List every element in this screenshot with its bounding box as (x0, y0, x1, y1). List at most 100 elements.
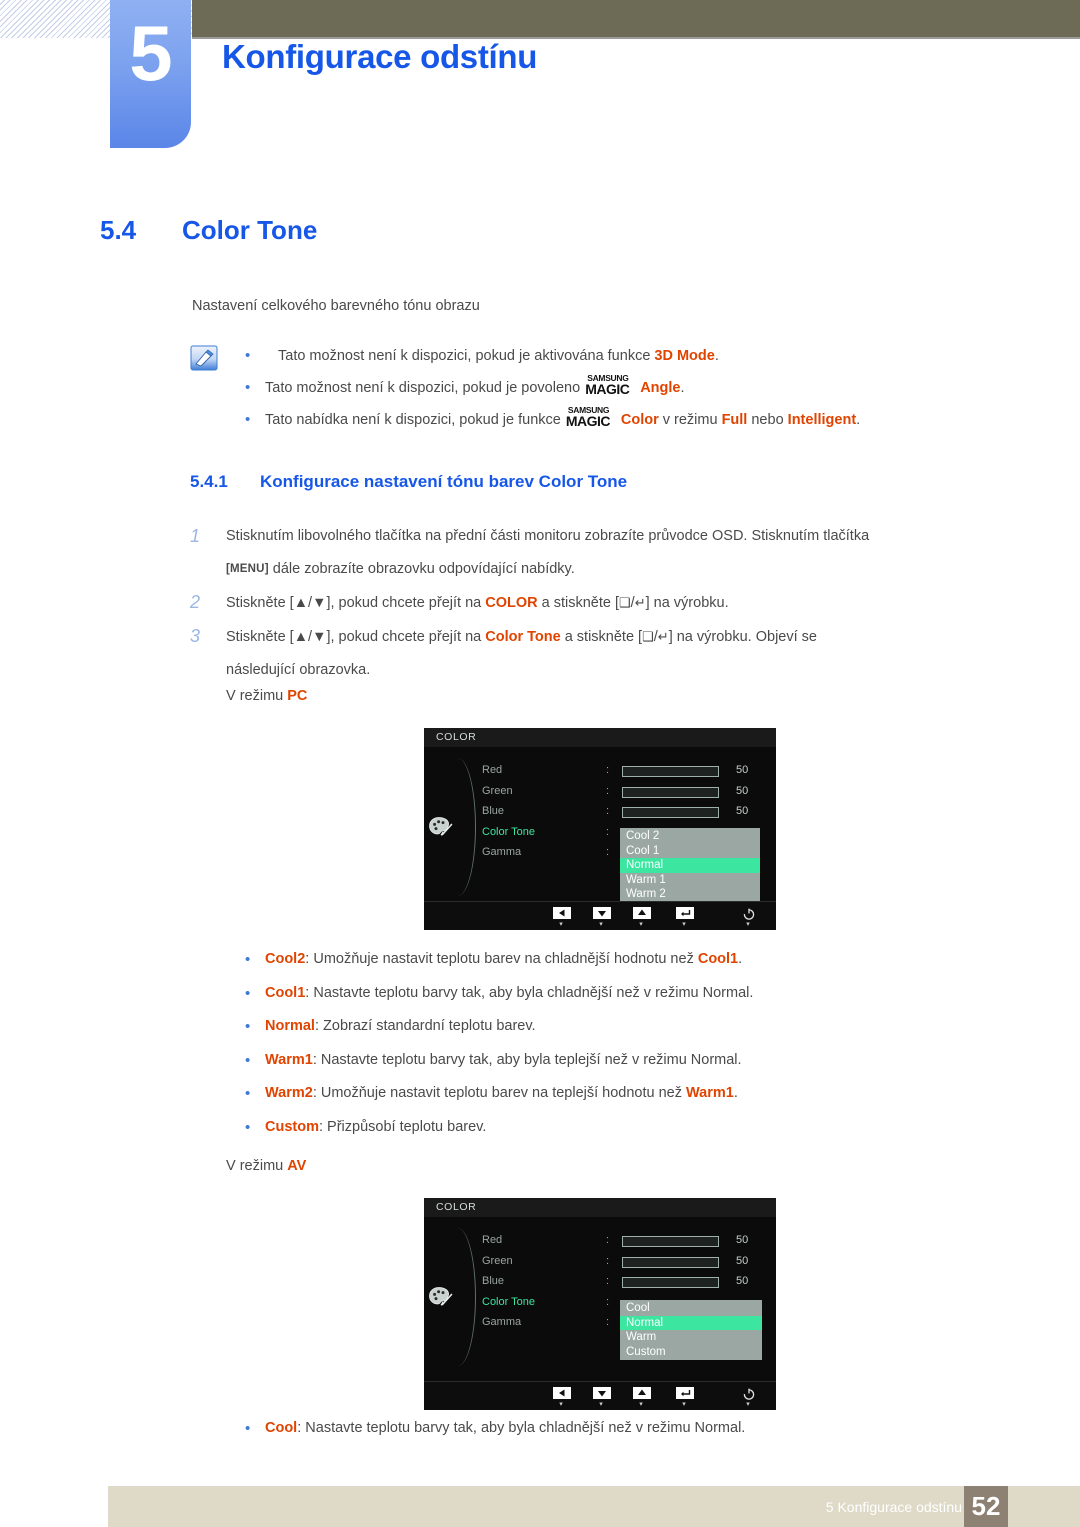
power-icon[interactable] (739, 907, 759, 920)
osd-title: COLOR (436, 731, 477, 743)
osd-row[interactable]: Red : 50 (482, 1232, 772, 1253)
osd-slider[interactable] (622, 786, 719, 798)
osd-dropdown-option[interactable]: Warm (620, 1330, 762, 1345)
note-emphasis-2: Full (721, 412, 748, 428)
osd-dropdown-option[interactable]: Cool 1 (620, 844, 760, 859)
osd-button-bar-pc: ▾ ▾ ▾ ▾ ▾ (424, 901, 776, 930)
page-header: 5 Konfigurace odstínu (0, 0, 1080, 160)
bullet-marker: • (245, 379, 251, 396)
down-icon[interactable] (592, 1387, 612, 1399)
power-icon[interactable] (739, 1387, 759, 1400)
osd-row-value: 50 (736, 764, 749, 776)
osd-row-label: Blue (482, 805, 505, 817)
osd-dropdown-option[interactable]: Custom (620, 1345, 762, 1360)
bullet-separator: : (312, 1085, 321, 1101)
osd-dropdown-option[interactable]: Warm 2 (620, 887, 760, 902)
osd-row[interactable]: Blue : 50 (482, 803, 772, 824)
step-text-line2: následující obrazovka. (226, 662, 371, 678)
section-number: 5.4 (100, 215, 137, 245)
bullet-list-pc: • Cool2: Umožňuje nastavit teplotu barev … (190, 943, 1070, 1144)
list-item: • Custom: Přizpůsobí teplotu barev. (190, 1111, 1070, 1145)
up-icon[interactable] (632, 907, 652, 919)
mode-prefix: V režimu (226, 688, 288, 704)
osd-dropdown-option[interactable]: Cool (620, 1301, 762, 1316)
power-tick: ▾ (746, 921, 750, 928)
osd-row[interactable]: Blue : 50 (482, 1273, 772, 1294)
note-text-mid-2: nebo (747, 412, 788, 428)
step-text-post: ] na výrobku. Objeví se (668, 629, 817, 645)
step-emphasis: Color Tone (485, 629, 561, 645)
bullet-marker: • (245, 1018, 251, 1035)
osd-dropdown-option[interactable]: Warm 1 (620, 873, 760, 888)
step-text-mid: ], pokud chcete přejít na (326, 629, 486, 645)
enter-button-icon: ↵ (634, 595, 646, 610)
bullet-separator: : (314, 1018, 324, 1034)
bullet-term: Cool1 (265, 984, 306, 1001)
note-text-post: . (680, 380, 685, 396)
osd-slider[interactable] (622, 766, 719, 777)
osd-row[interactable]: Red : 50 (482, 762, 772, 783)
down-icon[interactable] (592, 907, 612, 919)
osd-row-label: Green (482, 1254, 513, 1267)
mode-label: AV (287, 1158, 307, 1174)
steps-list: 1 Stisknutím libovolného tlačítka na před… (190, 520, 1056, 687)
bullet-list-av: • Cool: Nastavte teplotu barvy tak, aby b… (190, 1412, 1070, 1446)
osd-dropdown-option-selected[interactable]: Normal (620, 1315, 762, 1330)
osd-row-value: 50 (736, 1234, 749, 1246)
bullet-text: Nastavte teplotu barvy tak, aby byla tep… (320, 1051, 742, 1068)
magic-bottom-text: MAGIC (565, 413, 611, 429)
enter-icon[interactable] (675, 1387, 695, 1399)
subsection-title: Konfigurace nastavení tónu barev Color T… (260, 472, 628, 491)
enter-tick: ▾ (682, 921, 686, 928)
back-tick: ▾ (559, 921, 563, 928)
osd-row-label: Red (482, 1234, 503, 1246)
osd-dropdown-option[interactable]: Cool 2 (620, 829, 760, 844)
osd-row[interactable]: Green : 50 (482, 783, 772, 804)
bullet-marker: • (245, 1085, 251, 1102)
osd-row-label: Gamma (482, 1316, 522, 1328)
osd-title: COLOR (436, 1201, 477, 1213)
bullet-marker: • (245, 347, 251, 364)
osd-slider[interactable] (622, 807, 719, 818)
up-icon[interactable] (632, 1387, 652, 1399)
osd-row-colon: : (606, 764, 610, 776)
palette-icon (428, 1286, 454, 1308)
enter-icon[interactable] (675, 907, 695, 919)
section-heading: 5.4 Color Tone (100, 215, 1000, 246)
osd-slider[interactable] (622, 1236, 719, 1247)
enter-tick: ▾ (682, 1401, 686, 1408)
bullet-marker: • (245, 984, 251, 1002)
bullet-text: Umožňuje nastavit teplotu barev na teple… (320, 1085, 687, 1101)
bullet-marker: • (245, 1118, 251, 1136)
step-text-line1: Stisknutím libovolného tlačítka na předn… (226, 528, 870, 544)
osd-row-value: 50 (736, 805, 749, 817)
osd-row[interactable]: Green : 50 (482, 1253, 772, 1274)
osd-dropdown-option-selected[interactable]: Normal (620, 858, 760, 873)
bullet-marker: • (245, 1051, 251, 1069)
note-item: • Tato možnost není k dispozici, pokud je… (190, 340, 1050, 372)
step-text-mid: ], pokud chcete přejít na (326, 595, 486, 611)
menu-keycap: [MENU] (226, 563, 269, 575)
osd-slider[interactable] (622, 1277, 719, 1288)
bullet-term-2: Warm1 (686, 1085, 734, 1101)
back-icon[interactable] (552, 1387, 572, 1399)
note-emphasis-1: Color (620, 412, 659, 428)
back-icon[interactable] (552, 907, 572, 919)
section-intro: Nastavení celkového barevného tónu obraz… (192, 298, 480, 314)
osd-row-label: Blue (482, 1275, 505, 1287)
bullet-term: Custom (265, 1118, 319, 1135)
bullet-term: Warm1 (265, 1051, 313, 1068)
bullet-post: . (738, 951, 743, 967)
osd-row-label: Gamma (482, 846, 522, 858)
bullet-marker: • (245, 1420, 251, 1437)
chapter-tab: 5 (110, 0, 191, 148)
bullet-term: Warm2 (265, 1085, 313, 1101)
magic-bottom-text: MAGIC (585, 381, 630, 397)
osd-dropdown-av[interactable]: Cool Normal Warm Custom (620, 1300, 762, 1360)
subsection-number: 5.4.1 (190, 472, 228, 491)
mode-line-av: V režimu AV (226, 1150, 306, 1183)
osd-slider[interactable] (622, 1256, 719, 1268)
step-item: 3 Stiskněte [▲/▼], pokud chcete přejít na… (190, 620, 1056, 687)
power-tick: ▾ (746, 1401, 750, 1408)
square-button-icon: ❑ (642, 629, 654, 644)
